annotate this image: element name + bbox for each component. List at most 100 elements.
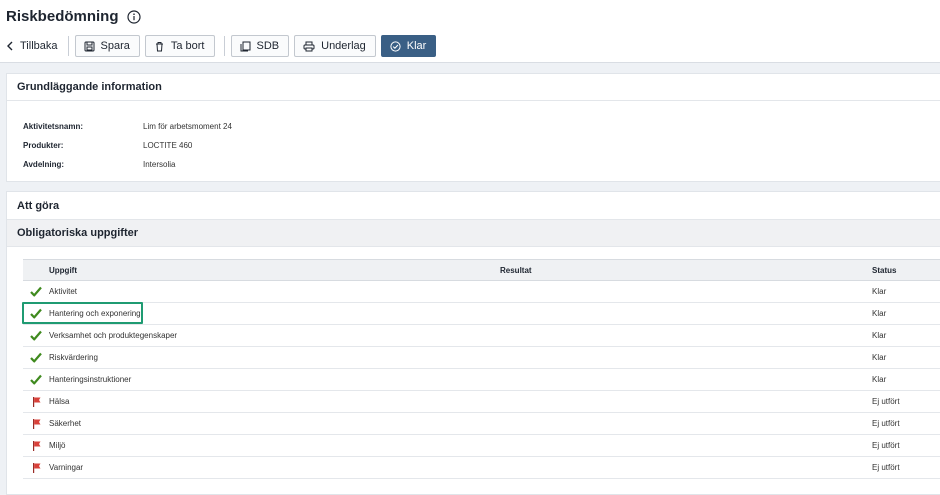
flag-icon — [23, 418, 49, 429]
toolbar: Tillbaka Spara Ta bort SDB Underlag Klar — [6, 35, 441, 57]
check-icon — [23, 352, 49, 363]
delete-label: Ta bort — [170, 40, 205, 52]
table-row[interactable]: Verksamhet och produktegenskaper Klar — [23, 324, 940, 347]
table-row[interactable]: Säkerhet Ej utfört — [23, 412, 940, 435]
task-label[interactable]: Aktivitet — [49, 287, 77, 296]
todo-card: Att göra Obligatoriska uppgifter Uppgift… — [6, 191, 940, 495]
result-cell — [500, 412, 872, 435]
result-column-header[interactable]: Resultat — [500, 259, 872, 281]
table-row[interactable]: Hantering och exponering Klar — [23, 302, 940, 325]
table-row[interactable]: Riskvärdering Klar — [23, 346, 940, 369]
task-label[interactable]: Säkerhet — [49, 419, 81, 428]
tasks-table: Uppgift Resultat Status Aktivitet Klar Han… — [23, 259, 940, 479]
basic-info-list: Aktivitetsnamn: Lim för arbetsmoment 24 … — [7, 101, 940, 174]
check-icon — [23, 286, 49, 297]
task-cell[interactable]: Hälsa — [49, 390, 500, 413]
task-label[interactable]: Varningar — [49, 463, 83, 472]
status-cell: Ej utfört — [872, 456, 940, 479]
result-cell — [500, 368, 872, 391]
status-cell: Ej utfört — [872, 434, 940, 457]
task-cell[interactable]: Säkerhet — [49, 412, 500, 435]
chevron-left-icon — [7, 41, 13, 51]
save-button[interactable]: Spara — [74, 35, 140, 57]
task-label[interactable]: Verksamhet och produktegenskaper — [49, 331, 177, 340]
check-circle-icon — [390, 40, 401, 52]
task-label[interactable]: Hanteringsinstruktioner — [49, 375, 131, 384]
back-button[interactable]: Tillbaka — [6, 40, 58, 52]
status-cell: Klar — [872, 324, 940, 347]
info-value: LOCTITE 460 — [143, 141, 193, 150]
task-cell[interactable]: Verksamhet och produktegenskaper — [49, 324, 500, 347]
status-icon-cell — [23, 302, 49, 325]
flag-icon — [23, 462, 49, 473]
task-cell[interactable]: Aktivitet — [49, 280, 500, 303]
task-cell[interactable]: Riskvärdering — [49, 346, 500, 369]
sdb-button[interactable]: SDB — [230, 35, 290, 57]
info-key: Avdelning: — [23, 160, 65, 169]
page-title: Riskbedömning — [6, 8, 119, 25]
back-label: Tillbaka — [20, 40, 58, 52]
info-icon[interactable] — [126, 9, 141, 24]
todo-heading: Att göra — [17, 199, 60, 212]
icon-column-header — [23, 259, 49, 281]
trash-icon — [155, 41, 163, 51]
result-cell — [500, 434, 872, 457]
result-cell — [500, 456, 872, 479]
result-cell — [500, 346, 872, 369]
info-row: Avdelning: Intersolia — [23, 155, 940, 174]
status-icon-cell — [23, 280, 49, 303]
status-icon-cell — [23, 346, 49, 369]
sdb-label: SDB — [256, 40, 280, 52]
task-column-header[interactable]: Uppgift — [49, 259, 500, 281]
status-cell: Klar — [872, 280, 940, 303]
result-cell — [500, 302, 872, 325]
check-icon — [23, 374, 49, 385]
status-cell: Klar — [872, 368, 940, 391]
info-key: Produkter: — [23, 141, 64, 150]
table-row[interactable]: Miljö Ej utfört — [23, 434, 940, 457]
result-cell — [500, 280, 872, 303]
save-icon — [84, 41, 94, 51]
mandatory-tasks-heading: Obligatoriska uppgifter — [7, 219, 940, 247]
table-row[interactable]: Hälsa Ej utfört — [23, 390, 940, 413]
status-icon-cell — [23, 412, 49, 435]
status-cell: Klar — [872, 346, 940, 369]
info-row: Produkter: LOCTITE 460 — [23, 136, 940, 155]
task-label[interactable]: Hälsa — [49, 397, 69, 406]
done-label: Klar — [406, 40, 427, 52]
status-column-header[interactable]: Status — [872, 259, 940, 281]
status-cell: Klar — [872, 302, 940, 325]
status-cell: Ej utfört — [872, 412, 940, 435]
task-label[interactable]: Riskvärdering — [49, 353, 98, 362]
task-cell[interactable]: Hanteringsinstruktioner — [49, 368, 500, 391]
toolbar-divider — [67, 36, 69, 56]
info-key: Aktivitetsnamn: — [23, 122, 84, 131]
basis-button[interactable]: Underlag — [294, 35, 376, 57]
table-header-row: Uppgift Resultat Status — [23, 259, 940, 281]
task-label[interactable]: Miljö — [49, 441, 65, 450]
table-row[interactable]: Varningar Ej utfört — [23, 456, 940, 479]
delete-button[interactable]: Ta bort — [144, 35, 215, 57]
printer-icon — [303, 41, 315, 51]
save-label: Spara — [100, 40, 130, 52]
page-header: Riskbedömning Tillbaka Spara Ta bort SDB… — [0, 0, 940, 63]
task-label[interactable]: Hantering och exponering — [49, 309, 141, 318]
table-row[interactable]: Aktivitet Klar — [23, 280, 940, 303]
check-icon — [23, 308, 49, 319]
info-value: Lim för arbetsmoment 24 — [143, 122, 232, 131]
status-cell: Ej utfört — [872, 390, 940, 413]
toolbar-divider — [223, 36, 225, 56]
basic-info-card: Grundläggande information Aktivitetsnamn… — [6, 73, 940, 182]
done-button[interactable]: Klar — [380, 35, 437, 57]
status-icon-cell — [23, 434, 49, 457]
status-icon-cell — [23, 390, 49, 413]
task-cell[interactable]: Miljö — [49, 434, 500, 457]
info-row: Aktivitetsnamn: Lim för arbetsmoment 24 — [23, 117, 940, 136]
task-cell[interactable]: Varningar — [49, 456, 500, 479]
status-icon-cell — [23, 456, 49, 479]
task-cell[interactable]: Hantering och exponering — [49, 302, 500, 325]
table-row[interactable]: Hanteringsinstruktioner Klar — [23, 368, 940, 391]
info-value: Intersolia — [143, 160, 176, 169]
result-cell — [500, 324, 872, 347]
status-icon-cell — [23, 368, 49, 391]
